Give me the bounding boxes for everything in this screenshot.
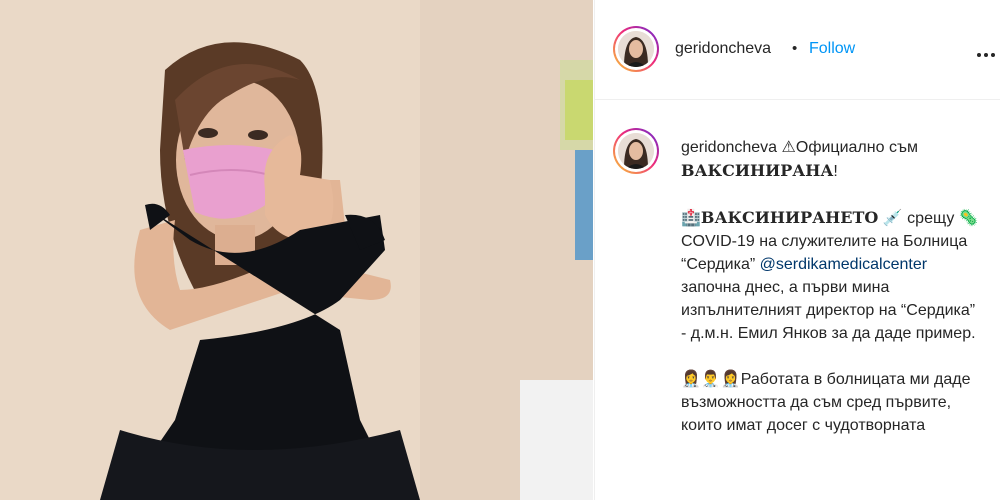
caption-text: започна днес, а първи мина изпълнителния… [681, 279, 976, 342]
caption-paragraph-1: geridoncheva ⚠Официално съм ВАКСИНИРАНА! [681, 136, 981, 183]
post-photo-illustration [0, 0, 593, 500]
caption-paragraph-3: 👩‍⚕️👨‍⚕️👩‍⚕️Работата в болницата ми даде… [681, 368, 981, 437]
avatar-photo-icon [618, 31, 654, 67]
post-caption: geridoncheva ⚠Официално съм ВАКСИНИРАНА!… [681, 136, 981, 460]
post-image[interactable] [0, 0, 593, 500]
caption-paragraph-2: 🏥ВАКСИНИРАНЕТО 💉 срещу 🦠 COVID-19 на слу… [681, 206, 981, 345]
caption-text: Официално съм [795, 139, 918, 156]
avatar-photo-icon [618, 133, 654, 169]
health-worker-icons: 👩‍⚕️👨‍⚕️👩‍⚕️ [681, 371, 741, 388]
author-username[interactable]: geridoncheva [675, 40, 771, 58]
follow-button[interactable]: Follow [809, 40, 855, 58]
caption-bold-text: ВАКСИНИРАНА [681, 161, 834, 180]
author-avatar[interactable] [613, 26, 659, 72]
warning-icon: ⚠ [781, 139, 796, 156]
caption-bold-text: ВАКСИНИРАНЕТО [700, 208, 879, 227]
virus-icon: 🦠 [958, 210, 979, 227]
syringe-icon: 💉 [882, 210, 903, 227]
mention-link[interactable]: @serdikamedicalcenter [760, 256, 927, 273]
hospital-icon: 🏥 [681, 210, 701, 227]
separator-dot: • [792, 40, 798, 57]
caption-author-username[interactable]: geridoncheva [681, 139, 777, 156]
caption-text: срещу [907, 210, 955, 227]
caption-author-avatar[interactable] [613, 128, 659, 174]
caption-text: ! [833, 163, 838, 180]
post-side-panel: geridoncheva • Follow geridoncheva ⚠Офиц… [594, 0, 1000, 500]
caption-scrollbar[interactable] [993, 100, 997, 500]
more-options-icon[interactable] [977, 44, 1000, 57]
post-header: geridoncheva • Follow [595, 0, 1000, 100]
